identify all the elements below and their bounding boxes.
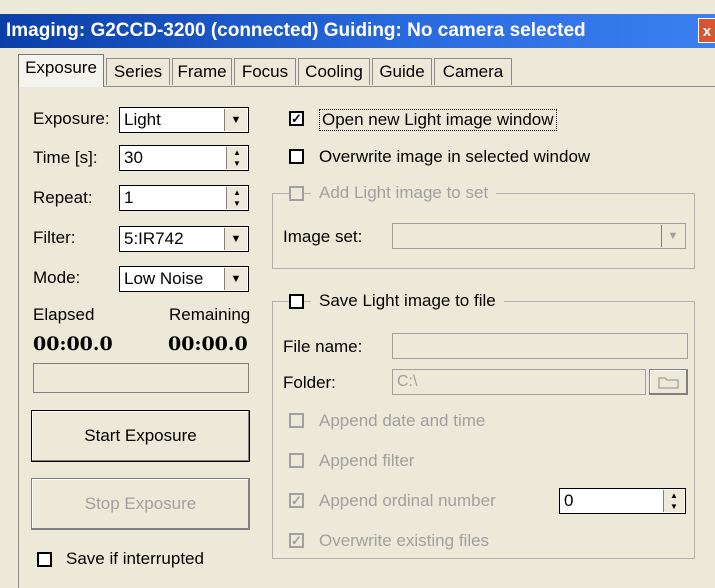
tab-cooling[interactable]: Cooling <box>298 58 370 85</box>
tab-focus[interactable]: Focus <box>234 58 296 85</box>
spin-down-icon[interactable]: ▼ <box>227 158 247 169</box>
spin-up-icon[interactable]: ▲ <box>227 187 247 198</box>
ordinal-spinner[interactable]: ▲ ▼ <box>663 490 684 512</box>
time-spinner[interactable]: ▲ ▼ <box>226 147 247 169</box>
save-to-file-label: Save Light image to file <box>311 291 504 311</box>
filter-label: Filter: <box>33 228 76 247</box>
repeat-spinner[interactable]: ▲ ▼ <box>226 187 247 209</box>
time-label: Time [s]: <box>33 148 98 167</box>
filter-value: 5:IR742 <box>124 229 184 248</box>
exposure-progress-bar <box>33 363 249 393</box>
chevron-down-icon[interactable]: ▼ <box>224 228 247 250</box>
repeat-value: 1 <box>124 188 134 207</box>
mode-select[interactable]: Low Noise ▼ <box>119 266 249 292</box>
filter-select[interactable]: 5:IR742 ▼ <box>119 226 249 252</box>
overwrite-existing-label: Overwrite existing files <box>319 531 490 550</box>
start-exposure-button[interactable]: Start Exposure <box>31 410 250 462</box>
save-if-interrupted-checkbox[interactable] <box>37 552 52 567</box>
chevron-down-icon[interactable]: ▼ <box>224 109 247 131</box>
mode-value: Low Noise <box>124 269 204 288</box>
time-input[interactable]: 30 ▲ ▼ <box>119 145 249 171</box>
exposure-label: Exposure: <box>33 109 110 128</box>
window-title: Imaging: G2CCD-3200 (connected) Guiding:… <box>6 20 586 41</box>
exposure-type-value: Light <box>124 110 161 129</box>
open-new-window-checkbox[interactable]: ✓ <box>289 111 304 126</box>
file-name-input[interactable] <box>392 333 688 359</box>
title-bar[interactable]: Imaging: G2CCD-3200 (connected) Guiding:… <box>0 14 715 48</box>
add-to-set-label: Add Light image to set <box>311 183 497 203</box>
append-date-label: Append date and time <box>319 411 486 430</box>
mode-label: Mode: <box>33 268 81 287</box>
ordinal-number-input[interactable]: 0 ▲ ▼ <box>559 488 686 514</box>
spin-down-icon[interactable]: ▼ <box>227 198 247 209</box>
tab-series[interactable]: Series <box>106 58 170 85</box>
append-filter-checkbox[interactable] <box>289 453 304 468</box>
spin-up-icon[interactable]: ▲ <box>227 147 247 158</box>
exposure-type-select[interactable]: Light ▼ <box>119 107 249 133</box>
spin-down-icon[interactable]: ▼ <box>664 501 684 512</box>
image-set-label: Image set: <box>283 227 363 246</box>
imaging-window: Imaging: G2CCD-3200 (connected) Guiding:… <box>0 0 715 588</box>
stop-exposure-button[interactable]: Stop Exposure <box>31 478 250 530</box>
overwrite-selected-label: Overwrite image in selected window <box>319 147 591 166</box>
open-new-window-label: Open new Light image window <box>319 109 557 131</box>
overwrite-selected-checkbox[interactable] <box>289 149 304 164</box>
tab-camera[interactable]: Camera <box>434 58 512 85</box>
time-value: 30 <box>124 148 143 167</box>
folder-label: Folder: <box>283 373 336 392</box>
folder-value: C:\ <box>397 373 418 390</box>
image-set-select[interactable]: ▼ <box>392 223 686 249</box>
elapsed-label: Elapsed <box>33 305 95 324</box>
close-icon: x <box>702 23 712 40</box>
remaining-time: 00:00.0 <box>168 333 248 355</box>
file-name-label: File name: <box>283 337 363 356</box>
repeat-label: Repeat: <box>33 188 93 207</box>
tab-guide[interactable]: Guide <box>372 58 432 85</box>
chevron-down-icon[interactable]: ▼ <box>224 268 247 290</box>
remaining-label: Remaining <box>169 305 251 324</box>
append-filter-label: Append filter <box>319 451 415 470</box>
browse-folder-button[interactable] <box>649 369 688 395</box>
tab-frame[interactable]: Frame <box>172 58 232 85</box>
add-to-set-checkbox[interactable] <box>289 186 304 201</box>
folder-icon <box>657 377 679 389</box>
append-date-checkbox[interactable] <box>289 413 304 428</box>
save-if-interrupted-label: Save if interrupted <box>66 549 204 568</box>
spin-up-icon[interactable]: ▲ <box>664 490 684 501</box>
tab-exposure[interactable]: Exposure <box>18 54 104 87</box>
folder-input[interactable]: C:\ <box>392 369 646 395</box>
append-ordinal-label: Append ordinal number <box>319 491 496 510</box>
ordinal-number-value: 0 <box>564 491 574 510</box>
append-ordinal-checkbox[interactable]: ✓ <box>289 493 304 508</box>
elapsed-time: 00:00.0 <box>33 333 113 355</box>
chevron-down-icon[interactable]: ▼ <box>661 225 684 247</box>
overwrite-existing-checkbox[interactable]: ✓ <box>289 533 304 548</box>
exposure-panel: Exposure: Light ▼ Time [s]: 30 ▲ ▼ Repeat… <box>18 86 715 588</box>
repeat-input[interactable]: 1 ▲ ▼ <box>119 185 249 211</box>
close-button[interactable]: x <box>698 18 715 43</box>
save-to-file-checkbox[interactable] <box>289 294 304 309</box>
